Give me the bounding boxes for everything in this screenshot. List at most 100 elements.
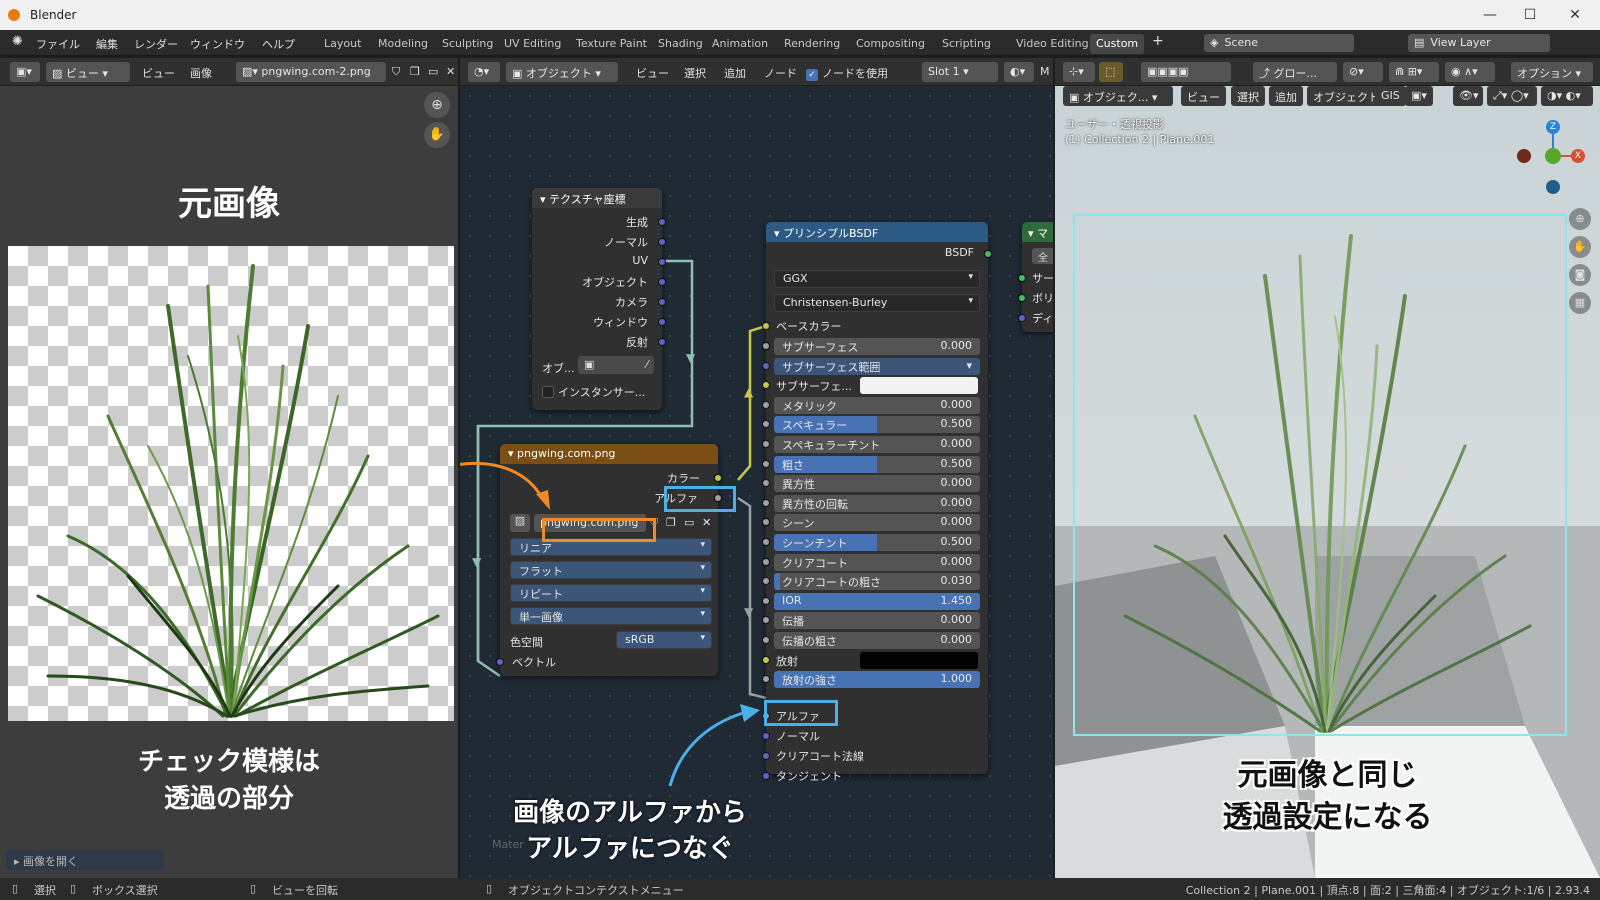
workspace-tab-4[interactable]: Texture Paint (570, 34, 653, 54)
scene-name: Scene (1224, 36, 1259, 49)
viewport-menu-select[interactable]: 選択 (1231, 86, 1265, 106)
image-editor-header: ▣▾ ▨ ビュー ▾ ビュー 画像 ▨▾ pngwing.com-2.png ⛉… (0, 58, 458, 86)
workspace-tab-5[interactable]: Shading (652, 34, 709, 54)
shader-type-dropdown[interactable]: ▣ オブジェクト ▾ (506, 62, 618, 82)
node-editor[interactable]: ▼ ▼ ▲ ▼ ▾ テクスチャ座標 生成 ノーマル UV オブジェクト カメラ ウィンドウ… (460, 86, 1053, 878)
menu-file[interactable]: ファイル (36, 36, 80, 52)
gis-extra-icon[interactable]: ▣▾ (1405, 86, 1433, 106)
pan-hand-icon[interactable]: ✋ (424, 122, 450, 148)
use-nodes-checkbox[interactable]: ✓ ノードを使用 (806, 65, 888, 81)
workspace-tab-9[interactable]: Scripting (936, 34, 997, 54)
options-label: オプション (1517, 67, 1572, 80)
select-mode-icons[interactable]: ▣▣▣▣ (1141, 62, 1231, 82)
image-editor[interactable]: ⊕ ✋ 元画像 チェック模様は 透過の部分 ▸ 画像を開く (0, 86, 458, 878)
menu-node-view[interactable]: ビュー (636, 65, 669, 81)
snap-icon[interactable]: ⋒ ⊞▾ (1389, 62, 1439, 82)
node-editor-header: ◔▾ ▣ オブジェクト ▾ ビュー 選択 追加 ノード ✓ ノードを使用 Slot… (460, 58, 1053, 86)
workspace-tab-2[interactable]: Sculpting (436, 34, 499, 54)
open-folder-icon[interactable]: ▭ (428, 65, 438, 78)
viewport-menu-add[interactable]: 追加 (1269, 86, 1303, 106)
workspace-tab-3[interactable]: UV Editing (498, 34, 567, 54)
status-scene-info: Collection 2 | Plane.001 | 頂点:8 | 面:2 | … (1185, 884, 1590, 897)
zoom-icon[interactable]: ⊕ (1569, 208, 1591, 230)
material-name-truncated[interactable]: M (1040, 65, 1050, 78)
view-layer-selector[interactable]: ▤ View Layer (1408, 34, 1550, 52)
workspace-tab-11[interactable]: Custom (1090, 34, 1145, 54)
select-tool-icon[interactable]: ⬚ (1099, 62, 1123, 82)
viewport-menu-gis[interactable]: GIS (1375, 86, 1406, 106)
viewport-editor-type-icon[interactable]: ⊹▾ (1063, 62, 1095, 82)
navigation-gizmo[interactable]: Z X (1517, 120, 1585, 200)
workspace-tab-0[interactable]: Layout (318, 34, 367, 54)
scene-selector[interactable]: ◈ Scene (1204, 34, 1354, 52)
pivot-icon[interactable]: ⊘▾ (1343, 62, 1383, 82)
menu-node-add[interactable]: 追加 (724, 65, 746, 81)
unlink-icon[interactable]: ✕ (446, 65, 455, 78)
grid-view-icon[interactable]: ▦ (1569, 292, 1591, 314)
view-mode-dropdown[interactable]: ▨ ビュー ▾ (46, 62, 130, 82)
menu-node[interactable]: ノード (764, 65, 797, 81)
gizmo-x-axis[interactable]: X (1571, 149, 1585, 163)
image-mode-icon: ▨ (52, 67, 66, 80)
viewport-menu-view[interactable]: ビュー (1181, 86, 1226, 106)
maximize-button[interactable]: ☐ (1510, 4, 1550, 26)
menu-window[interactable]: ウィンドウ (190, 36, 245, 52)
workspace-tab-7[interactable]: Rendering (778, 34, 846, 54)
fake-user-icon[interactable]: ⛉ (392, 65, 400, 79)
zoom-icon[interactable]: ⊕ (424, 92, 450, 118)
gizmo-z-axis[interactable]: Z (1546, 120, 1560, 134)
mouse-drag-icon: ▯ (70, 882, 77, 895)
viewport-caption-line2: 透過設定になる (1222, 800, 1433, 835)
menu-help[interactable]: ヘルプ (262, 36, 295, 52)
material-name-label: Mater (492, 838, 524, 851)
workspace-tab-8[interactable]: Compositing (850, 34, 931, 54)
pan-hand-icon[interactable]: ✋ (1569, 236, 1591, 258)
camera-icon[interactable]: ◙ (1569, 264, 1591, 286)
menu-view[interactable]: ビュー (142, 65, 175, 81)
material-slot-dropdown[interactable]: Slot 1 ▾ (922, 62, 998, 82)
window-title: Blender (30, 8, 77, 22)
transform-orientation-dropdown[interactable]: ⤴ グロー... (1253, 62, 1337, 82)
checkbox-checked-icon: ✓ (806, 69, 818, 81)
interaction-mode-value: オブジェク... (1082, 91, 1149, 104)
orientation-icon: ⤴ (1259, 67, 1274, 80)
menu-image[interactable]: 画像 (190, 65, 212, 81)
scene-icon: ◈ (1210, 36, 1219, 49)
menu-render[interactable]: レンダー (134, 36, 178, 52)
shading-mode-icon[interactable]: ◑▾ ◐▾ (1541, 86, 1593, 106)
viewport-header: ▣ オブジェク... ▾ ビュー 選択 追加 オブジェクト GIS ▣▾ 👁▾ … (1055, 86, 1600, 112)
proportional-edit-icon[interactable]: ◉ ∧▾ (1445, 62, 1495, 82)
workspace-tab-6[interactable]: Animation (706, 34, 774, 54)
interaction-mode-dropdown[interactable]: ▣ オブジェク... ▾ (1063, 86, 1173, 106)
status-context-menu: オブジェクトコンテクストメニュー (508, 884, 684, 897)
view-layer-icon: ▤ (1414, 36, 1425, 49)
node-caption-line1: 画像のアルファから (513, 798, 747, 828)
node-editor-type-icon[interactable]: ◔▾ (468, 62, 500, 82)
visibility-icon[interactable]: 👁▾ (1453, 86, 1483, 106)
editor-type-icon[interactable]: ▣▾ (10, 62, 40, 82)
gizmo-neg-x-axis[interactable] (1517, 149, 1531, 163)
3d-viewport[interactable]: ▣ オブジェク... ▾ ビュー 選択 追加 オブジェクト GIS ▣▾ 👁▾ … (1055, 86, 1600, 878)
grass-plane (1123, 234, 1532, 733)
minimize-button[interactable]: — (1470, 4, 1510, 26)
blender-menu-icon[interactable]: ✺ (12, 34, 23, 49)
workspace-tab-10[interactable]: Video Editing (1010, 34, 1095, 54)
viewport-menu-object[interactable]: オブジェクト (1307, 86, 1385, 106)
transparent-image-preview (8, 246, 454, 721)
menu-node-select[interactable]: 選択 (684, 65, 706, 81)
menu-edit[interactable]: 編集 (96, 36, 118, 52)
close-window-button[interactable]: ✕ (1555, 4, 1595, 26)
material-browse-icon[interactable]: ◐▾ (1004, 62, 1034, 82)
add-workspace-button[interactable]: + (1152, 33, 1164, 49)
gizmo-neg-y-axis[interactable] (1546, 180, 1560, 194)
workspace-tab-1[interactable]: Modeling (372, 34, 434, 54)
object-cube-icon: ▣ (512, 67, 526, 80)
new-image-icon[interactable]: ❐ (410, 65, 420, 78)
open-image-panel[interactable]: ▸ 画像を開く (6, 850, 164, 870)
image-browse-icon: ▨▾ (242, 65, 262, 78)
gizmo-toggle-icon[interactable]: ⤢▾ ◯▾ (1487, 86, 1537, 106)
mouse-right-icon: ▯ (486, 882, 493, 895)
options-dropdown[interactable]: オプション ▾ (1511, 62, 1593, 82)
image-selector[interactable]: ▨▾ pngwing.com-2.png (236, 62, 386, 82)
status-select: 選択 (34, 884, 56, 897)
